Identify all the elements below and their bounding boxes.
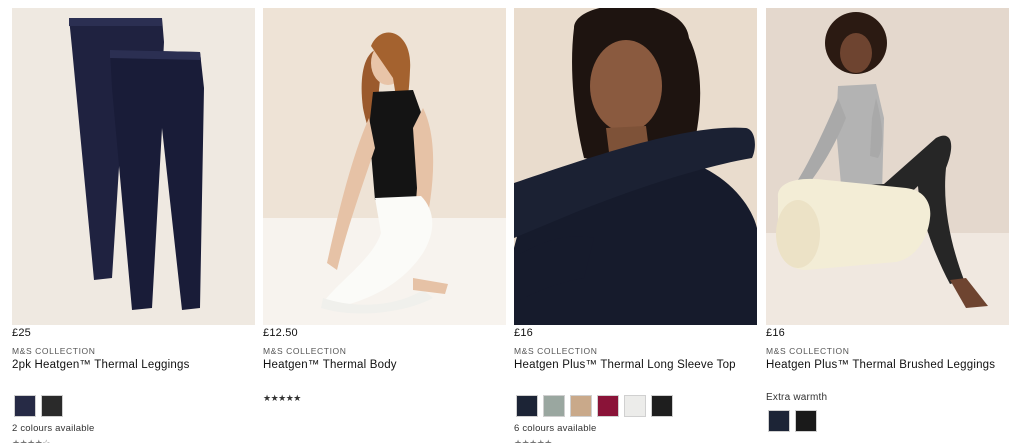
feature-label: Extra warmth <box>766 392 828 403</box>
product-price: £16 <box>514 327 533 339</box>
colour-swatch-navy[interactable] <box>768 410 790 432</box>
rating-stars: ★★★★☆ <box>12 438 50 443</box>
product-image[interactable] <box>514 8 757 325</box>
product-name[interactable]: Heatgen Plus™ Thermal Brushed Leggings <box>766 359 995 371</box>
rating-stars: ★★★★★ <box>514 438 552 443</box>
product-brand: M&S COLLECTION <box>766 346 850 356</box>
product-brand: M&S COLLECTION <box>514 346 598 356</box>
product-name[interactable]: Heatgen Plus™ Thermal Long Sleeve Top <box>514 359 736 371</box>
colours-available: 6 colours available <box>514 423 597 434</box>
product-image[interactable] <box>263 8 506 325</box>
colour-swatch-ivory[interactable] <box>624 395 646 417</box>
colour-swatches <box>516 395 673 417</box>
colour-swatches <box>14 395 63 417</box>
product-name[interactable]: Heatgen™ Thermal Body <box>263 359 397 371</box>
product-card[interactable]: £25 M&S COLLECTION 2pk Heatgen™ Thermal … <box>12 8 255 443</box>
colour-swatch-navy[interactable] <box>516 395 538 417</box>
colour-swatch-black[interactable] <box>795 410 817 432</box>
product-name[interactable]: 2pk Heatgen™ Thermal Leggings <box>12 359 190 371</box>
colour-swatch-burgundy[interactable] <box>597 395 619 417</box>
colour-swatch-navy[interactable] <box>14 395 36 417</box>
product-price: £16 <box>766 327 785 339</box>
product-card[interactable]: £16 M&S COLLECTION Heatgen Plus™ Thermal… <box>514 8 757 443</box>
colour-swatches <box>768 410 817 432</box>
rating-stars: ★★★★★ <box>263 393 301 403</box>
product-grid: £25 M&S COLLECTION 2pk Heatgen™ Thermal … <box>12 8 1009 443</box>
colour-swatch-black[interactable] <box>41 395 63 417</box>
colours-available: 2 colours available <box>12 423 95 434</box>
product-card[interactable]: £12.50 M&S COLLECTION Heatgen™ Thermal B… <box>263 8 506 443</box>
product-image[interactable] <box>766 8 1009 325</box>
product-price: £25 <box>12 327 31 339</box>
product-card[interactable]: £16 M&S COLLECTION Heatgen Plus™ Thermal… <box>766 8 1009 443</box>
product-image[interactable] <box>12 8 255 325</box>
product-brand: M&S COLLECTION <box>263 346 347 356</box>
product-brand: M&S COLLECTION <box>12 346 96 356</box>
colour-swatch-black[interactable] <box>651 395 673 417</box>
colour-swatch-sage[interactable] <box>543 395 565 417</box>
colour-swatch-beige[interactable] <box>570 395 592 417</box>
product-price: £12.50 <box>263 327 298 339</box>
